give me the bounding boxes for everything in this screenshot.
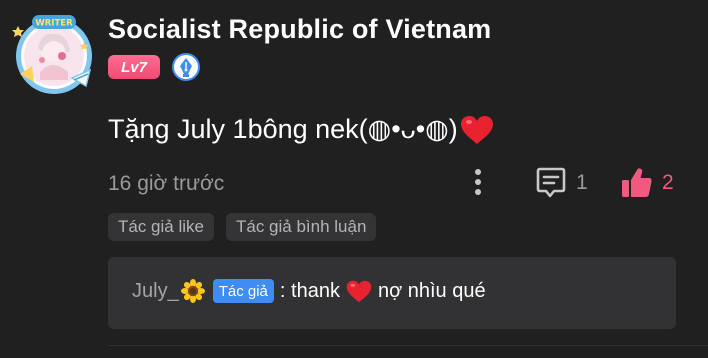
avatar[interactable]: WRITER bbox=[12, 12, 96, 96]
comment-timestamp: 16 giờ trước bbox=[108, 172, 225, 195]
like-button[interactable]: 2 bbox=[620, 166, 674, 200]
avatar-writer-label: WRITER bbox=[35, 19, 73, 29]
reply-button[interactable]: 1 bbox=[534, 166, 588, 200]
comment-text: Tặng July 1bông nek(◍•ᴗ•◍) bbox=[108, 114, 458, 144]
heart-icon bbox=[460, 115, 493, 144]
sunflower-icon bbox=[180, 279, 205, 303]
author-interaction-tags: Tác giả like Tác giả bình luận bbox=[108, 213, 377, 241]
fountain-pen-icon bbox=[172, 53, 200, 81]
author-liked-tag: Tác giả like bbox=[108, 213, 214, 241]
reply-count: 1 bbox=[576, 171, 588, 194]
username[interactable]: Socialist Republic of Vietnam bbox=[108, 14, 491, 45]
comment-content: Tặng July 1bông nek(◍•ᴗ•◍) bbox=[108, 114, 494, 145]
level-badge: Lv7 bbox=[108, 55, 160, 79]
more-vertical-icon[interactable] bbox=[466, 166, 490, 198]
reply-line: July_ Tác giả : thank nợ nhìu qué bbox=[132, 279, 486, 303]
reply-text-before: : thank bbox=[279, 279, 340, 302]
like-count: 2 bbox=[662, 171, 674, 194]
heart-icon bbox=[346, 280, 372, 302]
comment-icon bbox=[536, 167, 566, 198]
author-commented-tag: Tác giả bình luận bbox=[225, 213, 377, 241]
reply-preview[interactable]: July_ Tác giả : thank nợ nhìu qué bbox=[108, 257, 676, 329]
comment-item: WRITER Socialist Republic of Vietnam Lv7… bbox=[0, 0, 708, 358]
reply-text: : thank nợ nhìu qué bbox=[280, 280, 486, 303]
thumbs-up-icon bbox=[622, 168, 652, 197]
divider bbox=[108, 345, 708, 346]
reply-text-after: nợ nhìu qué bbox=[377, 279, 486, 302]
author-tag: Tác giả bbox=[212, 279, 274, 303]
reply-author-name[interactable]: July_ bbox=[132, 280, 179, 303]
